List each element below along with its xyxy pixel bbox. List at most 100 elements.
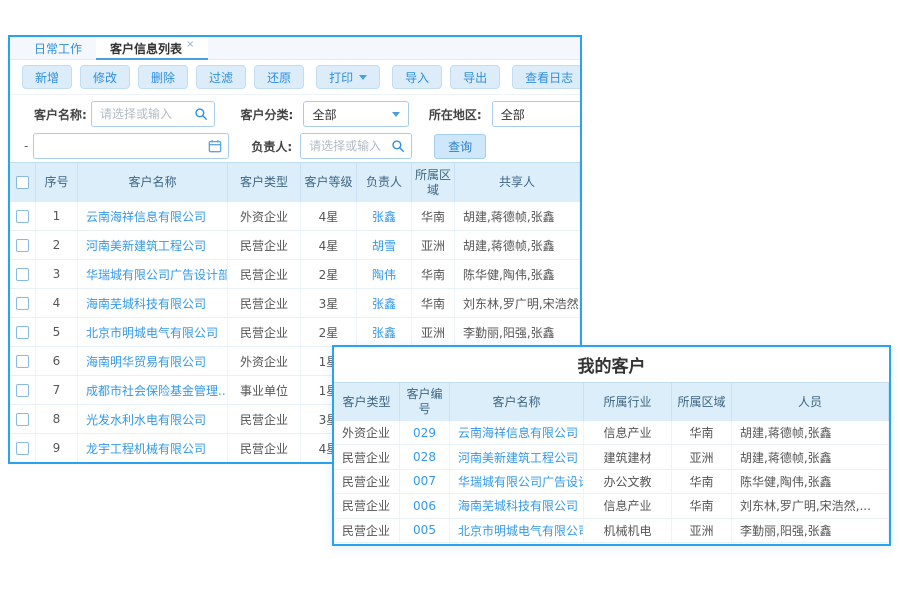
table-row[interactable]: 1 云南海祥信息有限公司 外资企业 4星 张鑫 华南 胡建,蒋德帧,张鑫 bbox=[10, 202, 580, 231]
tab-daily-work[interactable]: 日常工作 bbox=[20, 37, 96, 59]
search-icon[interactable] bbox=[391, 139, 405, 156]
cell-region: 华南 bbox=[412, 260, 455, 288]
customer-name-link[interactable]: 海南芜城科技有限公司 bbox=[86, 295, 206, 312]
cell-serial: 8 bbox=[36, 405, 78, 433]
cell-serial: 4 bbox=[36, 289, 78, 317]
customer-name-link[interactable]: 海南明华贸易有限公司 bbox=[86, 353, 206, 370]
cell-type: 民营企业 bbox=[228, 434, 301, 462]
header-owner: 负责人 bbox=[357, 163, 412, 202]
customer-code-link[interactable]: 005 bbox=[413, 523, 436, 537]
owner-link[interactable]: 陶伟 bbox=[372, 266, 396, 283]
restore-button[interactable]: 还原 bbox=[254, 65, 304, 89]
owner-label: 负责人: bbox=[251, 138, 292, 155]
table-row[interactable]: 民营企业 007 华瑞城有限公司广告设计部 办公文教 华南 陈华健,陶伟,张鑫 bbox=[334, 470, 889, 494]
search-icon[interactable] bbox=[194, 107, 208, 124]
cell-type: 事业单位 bbox=[228, 376, 301, 404]
customer-name-link[interactable]: 北京市明城电气有限公司 bbox=[458, 522, 584, 539]
tab-customer-info-list[interactable]: 客户信息列表 × bbox=[96, 37, 208, 59]
date-input-box bbox=[33, 133, 229, 159]
table-row[interactable]: 外资企业 029 云南海祥信息有限公司 信息产业 华南 胡建,蒋德帧,张鑫 bbox=[334, 421, 889, 445]
row-checkbox[interactable] bbox=[16, 297, 29, 310]
row-checkbox[interactable] bbox=[16, 413, 29, 426]
cell-people: 刘东林,罗广明,宋浩然,... bbox=[732, 494, 889, 517]
caret-down-icon bbox=[359, 75, 367, 80]
table-header-row: 序号 客户名称 客户类型 客户等级 负责人 所属区域 共享人 bbox=[10, 162, 580, 202]
row-checkbox[interactable] bbox=[16, 384, 29, 397]
customer-name-link[interactable]: 河南美新建筑工程公司 bbox=[86, 237, 206, 254]
cell-level: 3星 bbox=[301, 289, 357, 317]
cell-shared: 胡建,蒋德帧,张鑫 bbox=[455, 202, 580, 230]
table-row[interactable]: 2 河南美新建筑工程公司 民营企业 4星 胡雪 亚洲 胡建,蒋德帧,张鑫 bbox=[10, 231, 580, 260]
tab-close-icon[interactable]: × bbox=[186, 39, 194, 50]
customer-name-link[interactable]: 光发水利水电有限公司 bbox=[86, 411, 206, 428]
district-select[interactable]: 全部 bbox=[492, 101, 580, 127]
owner-link[interactable]: 张鑫 bbox=[372, 324, 396, 341]
tab-label: 客户信息列表 bbox=[110, 40, 182, 57]
row-checkbox[interactable] bbox=[16, 268, 29, 281]
cell-industry: 信息产业 bbox=[584, 494, 672, 517]
cell-type: 外资企业 bbox=[334, 421, 400, 444]
cell-region: 亚洲 bbox=[672, 519, 732, 542]
row-checkbox[interactable] bbox=[16, 239, 29, 252]
header-type: 客户类型 bbox=[334, 383, 400, 421]
cell-region: 华南 bbox=[412, 202, 455, 230]
table-row[interactable]: 4 海南芜城科技有限公司 民营企业 3星 张鑫 华南 刘东林,罗广明,宋浩然,张… bbox=[10, 289, 580, 318]
cell-region: 华南 bbox=[672, 421, 732, 444]
customer-code-link[interactable]: 007 bbox=[413, 474, 436, 488]
edit-button[interactable]: 修改 bbox=[80, 65, 130, 89]
customer-name-link[interactable]: 成都市社会保险基金管理... bbox=[86, 382, 228, 399]
cell-type: 民营企业 bbox=[228, 231, 301, 259]
customer-name-input-box bbox=[91, 101, 215, 127]
cell-type: 民营企业 bbox=[228, 289, 301, 317]
header-region: 所属区域 bbox=[672, 383, 732, 421]
row-checkbox[interactable] bbox=[16, 355, 29, 368]
customer-name-link[interactable]: 河南美新建筑工程公司 bbox=[458, 449, 578, 466]
export-button[interactable]: 导出 bbox=[450, 65, 500, 89]
customer-name-link[interactable]: 云南海祥信息有限公司 bbox=[458, 424, 578, 441]
customer-name-label: 客户名称: bbox=[34, 106, 91, 123]
customer-name-link[interactable]: 华瑞城有限公司广告设计部 bbox=[86, 266, 228, 283]
date-input[interactable] bbox=[34, 134, 228, 158]
import-button[interactable]: 导入 bbox=[392, 65, 442, 89]
filter-button[interactable]: 过滤 bbox=[196, 65, 246, 89]
customer-category-select[interactable]: 全部 bbox=[303, 101, 408, 127]
owner-link[interactable]: 张鑫 bbox=[372, 208, 396, 225]
query-button[interactable]: 查询 bbox=[434, 134, 486, 159]
cell-people: 胡建,蒋德帧,张鑫 bbox=[732, 421, 889, 444]
row-checkbox[interactable] bbox=[16, 442, 29, 455]
customer-code-link[interactable]: 029 bbox=[413, 426, 436, 440]
customer-name-link[interactable]: 龙宇工程机械有限公司 bbox=[86, 440, 206, 457]
table-row[interactable]: 民营企业 006 海南芜城科技有限公司 信息产业 华南 刘东林,罗广明,宋浩然,… bbox=[334, 494, 889, 518]
owner-link[interactable]: 胡雪 bbox=[372, 237, 396, 254]
cell-shared: 胡建,蒋德帧,张鑫 bbox=[455, 231, 580, 259]
table-row[interactable]: 民营企业 005 北京市明城电气有限公司 机械机电 亚洲 李勤丽,阳强,张鑫 bbox=[334, 519, 889, 543]
cell-shared: 刘东林,罗广明,宋浩然,张鑫 bbox=[455, 289, 580, 317]
owner-link[interactable]: 张鑫 bbox=[372, 295, 396, 312]
row-checkbox[interactable] bbox=[16, 210, 29, 223]
customer-name-link[interactable]: 云南海祥信息有限公司 bbox=[86, 208, 206, 225]
row-checkbox[interactable] bbox=[16, 326, 29, 339]
calendar-icon[interactable] bbox=[208, 139, 222, 156]
customer-code-link[interactable]: 006 bbox=[413, 499, 436, 513]
header-people: 人员 bbox=[732, 383, 889, 421]
customer-code-link[interactable]: 028 bbox=[413, 450, 436, 464]
district-label: 所在地区: bbox=[429, 106, 486, 123]
customer-category-label: 客户分类: bbox=[241, 106, 298, 123]
select-all-checkbox[interactable] bbox=[16, 176, 29, 189]
cell-people: 陈华健,陶伟,张鑫 bbox=[732, 470, 889, 493]
cell-type: 民营企业 bbox=[228, 260, 301, 288]
view-logs-button[interactable]: 查看日志 bbox=[512, 65, 582, 89]
customer-name-link[interactable]: 海南芜城科技有限公司 bbox=[458, 497, 578, 514]
cell-serial: 9 bbox=[36, 434, 78, 462]
customer-name-link[interactable]: 北京市明城电气有限公司 bbox=[86, 324, 218, 341]
table-row[interactable]: 5 北京市明城电气有限公司 民营企业 2星 张鑫 亚洲 李勤丽,阳强,张鑫 bbox=[10, 318, 580, 347]
print-button[interactable]: 打印 bbox=[316, 65, 380, 89]
customer-name-link[interactable]: 华瑞城有限公司广告设计部 bbox=[458, 473, 584, 490]
header-type: 客户类型 bbox=[228, 163, 301, 202]
delete-button[interactable]: 删除 bbox=[138, 65, 188, 89]
add-button[interactable]: 新增 bbox=[22, 65, 72, 89]
cell-type: 民营企业 bbox=[334, 519, 400, 542]
table-row[interactable]: 民营企业 028 河南美新建筑工程公司 建筑建材 亚洲 胡建,蒋德帧,张鑫 bbox=[334, 445, 889, 469]
selected-value: 全部 bbox=[312, 106, 336, 123]
table-row[interactable]: 3 华瑞城有限公司广告设计部 民营企业 2星 陶伟 华南 陈华健,陶伟,张鑫 bbox=[10, 260, 580, 289]
